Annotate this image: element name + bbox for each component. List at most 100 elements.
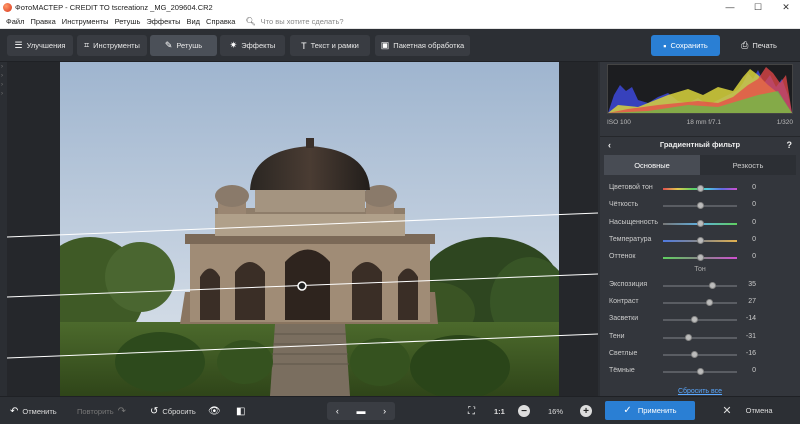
menu-tools[interactable]: Инструменты bbox=[62, 17, 109, 26]
slider-handle[interactable] bbox=[696, 254, 704, 262]
slider-handle[interactable] bbox=[696, 202, 704, 210]
apply-button[interactable]: ✓ Применить bbox=[605, 401, 695, 420]
slider-label: Светлые bbox=[609, 350, 638, 357]
tab-retouch[interactable]: ✎ Ретушь bbox=[150, 35, 217, 56]
menu-retouch[interactable]: Ретушь bbox=[115, 17, 141, 26]
help-icon[interactable]: ? bbox=[787, 140, 793, 150]
tab-sharpness[interactable]: Резкость bbox=[700, 155, 796, 175]
menu-edit[interactable]: Правка bbox=[30, 17, 55, 26]
back-arrow-icon[interactable]: ‹ bbox=[608, 140, 611, 150]
undo-button[interactable]: ↶ Отменить bbox=[10, 403, 57, 419]
cancel-label: Отмена bbox=[745, 406, 773, 415]
slider-value: -31 bbox=[745, 332, 756, 340]
exif-shutter: 1/320 bbox=[776, 118, 793, 126]
menu-view[interactable]: Вид bbox=[186, 17, 200, 26]
main-toolbar: ☰ Улучшения ⌗ Инструменты ✎ Ретушь ✷ Эффекты… bbox=[0, 29, 800, 62]
exif-info: ISO 100 18 mm f/7.1 1/320 bbox=[607, 116, 793, 128]
actual-size-button[interactable]: 1:1 bbox=[494, 403, 505, 419]
exif-iso: ISO 100 bbox=[607, 118, 631, 126]
print-button[interactable]: ⎙ Печать bbox=[725, 35, 793, 56]
minimize-button[interactable]: — bbox=[716, 0, 744, 14]
slider-handle[interactable] bbox=[685, 333, 693, 341]
slider-row: Цветовой тон 0 bbox=[600, 180, 800, 197]
slider-handle[interactable] bbox=[709, 281, 717, 289]
slider-value: 27 bbox=[748, 298, 756, 306]
folder-icon[interactable]: ▬ bbox=[356, 406, 365, 416]
slider-handle[interactable] bbox=[696, 219, 704, 227]
slider-track[interactable] bbox=[663, 336, 737, 339]
save-button[interactable]: ▪ Сохранить bbox=[651, 35, 720, 56]
crop-icon: ⌗ bbox=[84, 40, 90, 50]
tab-effects[interactable]: ✷ Эффекты bbox=[220, 35, 285, 56]
slider-value: -14 bbox=[745, 315, 756, 323]
slider-label: Тёмные bbox=[609, 367, 635, 375]
reset-button[interactable]: ↺ Сбросить bbox=[150, 403, 196, 419]
right-panel: ISO 100 18 mm f/7.1 1/320 ‹ Градиентный … bbox=[600, 62, 800, 396]
redo-button[interactable]: Повторить ↷ bbox=[77, 403, 130, 419]
chevron-right-icon[interactable]: › bbox=[1, 91, 3, 97]
menu-file[interactable]: Файл bbox=[6, 17, 24, 26]
window-title: ФотоМАСТЕР - CREDIT TO tscreationz _MG_2… bbox=[15, 2, 213, 12]
panel-header: ‹ Градиентный фильтр ? bbox=[600, 136, 800, 152]
menu-effects[interactable]: Эффекты bbox=[146, 17, 180, 26]
tab-label: Текст и рамки bbox=[310, 41, 359, 50]
slider-track[interactable] bbox=[663, 284, 737, 287]
menu-search[interactable]: 🔍︎ Что вы хотите сделать? bbox=[245, 17, 343, 26]
fit-screen-button[interactable]: ⛶ bbox=[468, 403, 479, 419]
cancel-button[interactable]: ✕ Отмена bbox=[700, 401, 795, 420]
slider-value: 0 bbox=[752, 218, 756, 226]
chevron-right-icon[interactable]: › bbox=[1, 82, 3, 88]
slider-track[interactable] bbox=[663, 319, 737, 322]
zoom-level: 16% bbox=[548, 406, 564, 416]
tab-label: Эффекты bbox=[241, 41, 276, 50]
tab-label: Улучшения bbox=[26, 41, 66, 50]
tab-text-frames[interactable]: T Текст и рамки bbox=[290, 35, 370, 56]
slider-label: Насыщенность bbox=[609, 218, 659, 226]
slider-handle[interactable] bbox=[706, 299, 714, 307]
reset-icon: ↺ bbox=[150, 405, 159, 417]
chevron-right-icon[interactable]: › bbox=[1, 64, 3, 70]
slider-track[interactable] bbox=[663, 302, 737, 305]
tab-improvements[interactable]: ☰ Улучшения bbox=[7, 35, 73, 56]
gradient-filter-guides[interactable] bbox=[7, 62, 598, 396]
print-label: Печать bbox=[752, 41, 777, 50]
slider-row: Оттенок 0 bbox=[600, 249, 800, 266]
image-canvas[interactable] bbox=[7, 62, 598, 396]
left-collapse-strip: › › › › bbox=[0, 62, 7, 396]
slider-label: Экспозиция bbox=[609, 280, 648, 288]
chevron-right-icon[interactable]: › bbox=[1, 73, 3, 79]
tab-tools[interactable]: ⌗ Инструменты bbox=[77, 35, 147, 56]
maximize-button[interactable]: ☐ bbox=[744, 0, 772, 14]
histogram bbox=[607, 64, 793, 114]
undo-icon: ↶ bbox=[10, 405, 19, 417]
slider-label: Чёткость bbox=[609, 201, 639, 209]
tone-section-title: Тон bbox=[694, 265, 706, 273]
slider-handle[interactable] bbox=[696, 368, 704, 376]
title-bar: ФотоМАСТЕР - CREDIT TO tscreationz _MG_2… bbox=[0, 0, 800, 14]
compare-button[interactable]: ◧ bbox=[236, 403, 249, 419]
slider-track[interactable] bbox=[663, 354, 737, 356]
reset-label: Сбросить bbox=[162, 406, 196, 416]
previous-icon[interactable]: ‹ bbox=[336, 406, 339, 416]
histogram-graph bbox=[608, 67, 792, 113]
slider-handle[interactable] bbox=[696, 236, 704, 244]
slider-handle[interactable] bbox=[690, 351, 698, 358]
redo-label: Повторить bbox=[77, 406, 114, 416]
slider-label: Цветовой тон bbox=[609, 184, 653, 191]
slider-handle[interactable] bbox=[691, 316, 699, 324]
next-icon[interactable]: › bbox=[383, 406, 386, 416]
tab-basic[interactable]: Основные bbox=[604, 155, 700, 175]
slider-handle[interactable] bbox=[696, 185, 704, 192]
sparkle-icon: ✷ bbox=[229, 40, 238, 50]
gradient-start-line bbox=[7, 212, 598, 238]
sliders-icon: ☰ bbox=[14, 40, 23, 50]
close-window-button[interactable]: ✕ bbox=[772, 0, 800, 14]
reset-all-link[interactable]: Сбросить все bbox=[600, 388, 800, 395]
zoom-in-button[interactable]: + bbox=[580, 403, 592, 419]
preview-eye-button[interactable]: 👁︎ bbox=[208, 403, 225, 419]
tab-batch[interactable]: ▣ Пакетная обработка bbox=[375, 35, 470, 56]
menu-help[interactable]: Справка bbox=[206, 17, 235, 26]
zoom-out-button[interactable]: − bbox=[518, 403, 530, 419]
zoom-in-icon: + bbox=[580, 405, 592, 417]
slider-label: Контраст bbox=[609, 298, 639, 306]
